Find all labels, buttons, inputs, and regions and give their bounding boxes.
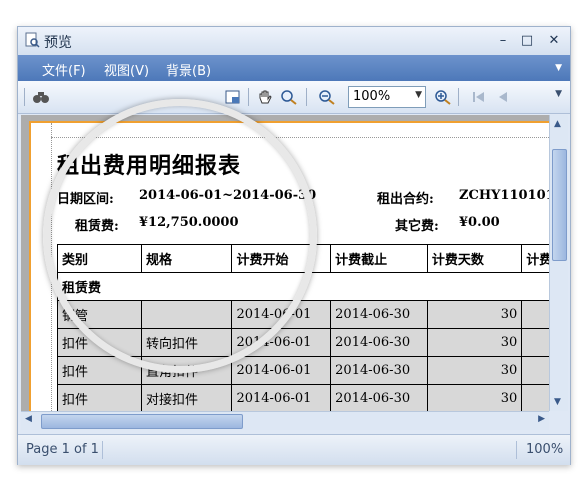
cell-category: 扣件 — [56, 328, 143, 357]
column-header: 计费截止 — [330, 244, 428, 273]
menu-bar: 文件(F) 视图(V) 背景(B) ▼ — [18, 55, 570, 81]
menu-file[interactable]: 文件(F) — [42, 60, 86, 79]
scroll-right-icon[interactable]: ▶ — [538, 414, 545, 424]
toolbar-separator — [248, 88, 249, 106]
column-header: 类别 — [56, 244, 143, 273]
cell-start: 2014-06-01 — [231, 328, 332, 357]
cell-spec: 直角扣件 — [141, 356, 233, 385]
cell-days: 30 — [426, 384, 523, 411]
cell-extra — [521, 300, 549, 329]
page-setup-icon[interactable] — [224, 89, 242, 105]
cell-category: 扣件 — [56, 384, 143, 411]
status-separator — [516, 441, 517, 459]
scroll-left-icon[interactable]: ◀ — [25, 414, 32, 424]
find-icon[interactable] — [32, 89, 50, 105]
group-row: 租赁费 — [57, 272, 549, 301]
cell-category: 扣件 — [56, 356, 143, 385]
report-page: 租出费用明细报表 日期区间: 2014-06-01~2014-06-30 租出合… — [29, 121, 549, 411]
group-label: 租赁费 — [57, 272, 549, 301]
page-margin-guide — [51, 123, 53, 411]
cell-spec: 转向扣件 — [141, 328, 233, 357]
status-separator — [102, 441, 103, 459]
rent-fee-label: 租赁费: — [75, 219, 119, 234]
preview-area[interactable]: 租出费用明细报表 日期区间: 2014-06-01~2014-06-30 租出合… — [21, 115, 549, 411]
menu-view[interactable]: 视图(V) — [104, 60, 149, 79]
cell-days: 30 — [426, 300, 523, 329]
cell-start: 2014-06-01 — [231, 384, 332, 411]
cell-start: 2014-06-01 — [231, 356, 332, 385]
toolbar-separator — [306, 88, 307, 106]
cell-end: 2014-06-30 — [330, 356, 428, 385]
cell-end: 2014-06-30 — [330, 384, 428, 411]
window-title: 预览 — [44, 35, 72, 51]
date-range-value: 2014-06-01~2014-06-30 — [139, 188, 317, 203]
vertical-scroll-thumb[interactable] — [552, 149, 567, 261]
column-header: 计费 — [521, 244, 549, 273]
toolbar-separator — [458, 88, 459, 106]
cell-days: 30 — [426, 356, 523, 385]
rent-fee-value: ¥12,750.0000 — [139, 215, 239, 230]
table-row: 扣件 转向扣件 2014-06-01 2014-06-30 30 — [56, 328, 549, 357]
other-fee-value: ¥0.00 — [459, 215, 500, 230]
cell-extra — [521, 328, 549, 357]
other-fee-label: 其它费: — [395, 219, 439, 234]
column-header: 规格 — [141, 244, 233, 273]
cell-extra — [521, 384, 549, 411]
status-zoom: 100% — [526, 442, 564, 457]
cell-start: 2014-06-01 — [231, 300, 332, 329]
cell-end: 2014-06-30 — [330, 300, 428, 329]
menu-overflow-icon[interactable]: ▼ — [555, 63, 562, 73]
minimize-button[interactable]: – — [494, 32, 512, 50]
column-header: 计费天数 — [426, 244, 523, 273]
table-row: 扣件 直角扣件 2014-06-01 2014-06-30 30 — [56, 356, 549, 385]
hand-tool-icon[interactable] — [256, 89, 274, 105]
scroll-down-icon[interactable]: ▼ — [554, 397, 561, 407]
maximize-button[interactable]: □ — [518, 32, 536, 50]
column-header: 计费开始 — [231, 244, 332, 273]
horizontal-scroll-thumb[interactable] — [41, 414, 243, 429]
table-row: 钢管 2014-06-01 2014-06-30 30 — [56, 300, 549, 329]
toolbar-overflow-icon[interactable]: ▼ — [555, 89, 562, 99]
horizontal-scrollbar[interactable]: ◀ ▶ — [21, 411, 549, 430]
report-title: 租出费用明细报表 — [57, 153, 242, 179]
page-margin-guide — [51, 137, 549, 139]
cell-spec — [141, 300, 233, 329]
zoom-select[interactable]: 100% ▼ — [348, 86, 426, 108]
close-button[interactable]: ✕ — [545, 32, 563, 50]
cell-end: 2014-06-30 — [330, 328, 428, 357]
date-range-label: 日期区间: — [57, 192, 114, 207]
status-bar: Page 1 of 1 100% — [18, 434, 570, 465]
fee-detail-table: 类别 规格 计费开始 计费截止 计费天数 计费 租赁费 钢管 2014-06-0… — [56, 244, 549, 411]
zoom-select-value: 100% — [353, 89, 391, 104]
cell-days: 30 — [426, 328, 523, 357]
contract-label: 租出合约: — [377, 192, 434, 207]
cell-category: 钢管 — [56, 300, 143, 329]
toolbar-grip[interactable] — [24, 88, 25, 106]
previous-page-icon[interactable] — [494, 89, 512, 105]
contract-value: ZCHY110101001 — [459, 188, 549, 203]
toolbar: 100% ▼ ▼ — [18, 81, 570, 114]
scroll-up-icon[interactable]: ▲ — [554, 119, 561, 129]
table-header-row: 类别 规格 计费开始 计费截止 计费天数 计费 — [56, 244, 549, 273]
preview-window: 预览 – □ ✕ 文件(F) 视图(V) 背景(B) ▼ 100% ▼ ▼ 租出… — [17, 26, 571, 465]
cell-spec: 对接扣件 — [141, 384, 233, 411]
first-page-icon[interactable] — [470, 89, 488, 105]
page-indicator: Page 1 of 1 — [26, 442, 99, 457]
title-bar: 预览 – □ ✕ — [18, 27, 570, 55]
preview-icon — [25, 32, 40, 48]
vertical-scrollbar[interactable]: ▲ ▼ — [549, 115, 568, 411]
zoom-out-icon[interactable] — [318, 89, 336, 105]
cell-extra — [521, 356, 549, 385]
table-row: 扣件 对接扣件 2014-06-01 2014-06-30 30 — [56, 384, 549, 411]
chevron-down-icon[interactable]: ▼ — [415, 90, 422, 100]
menu-background[interactable]: 背景(B) — [166, 60, 211, 79]
magnify-tool-icon[interactable] — [280, 89, 298, 105]
zoom-in-icon[interactable] — [434, 89, 452, 105]
